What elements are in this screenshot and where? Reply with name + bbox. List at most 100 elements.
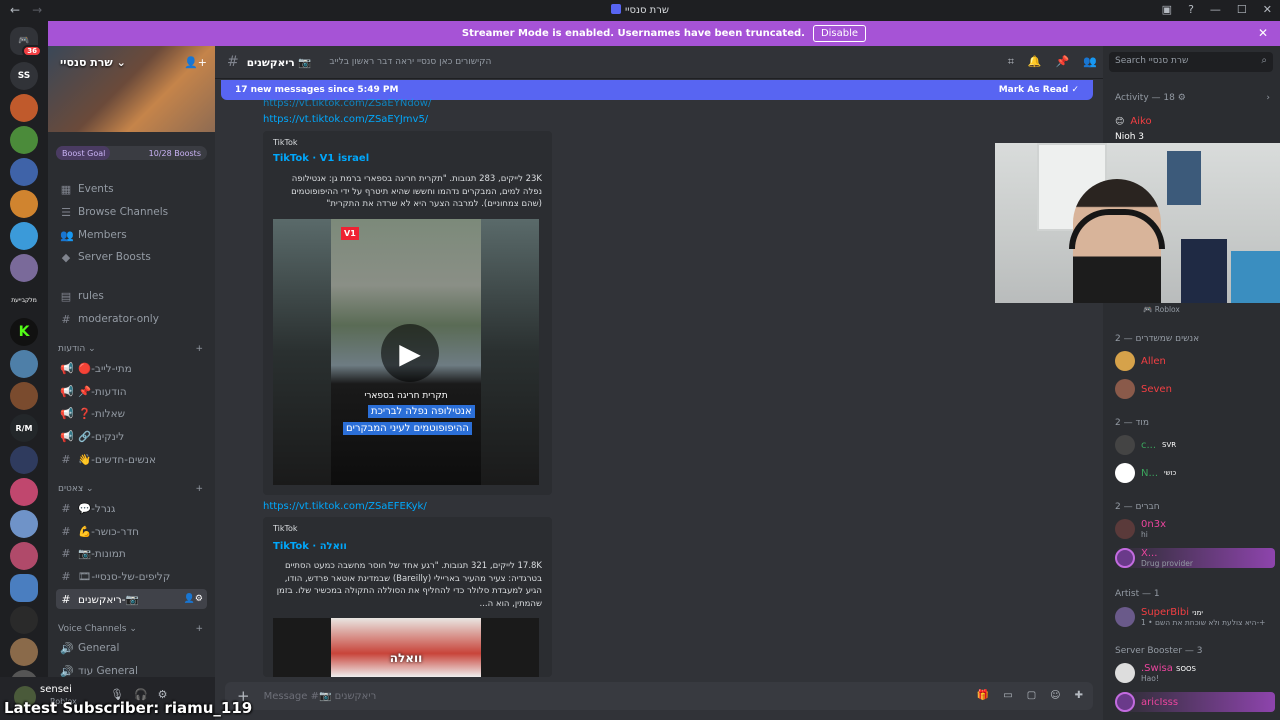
home-button[interactable]: 🎮 36 (10, 27, 42, 57)
gif-icon[interactable]: ▭ (1003, 690, 1012, 701)
category-voice[interactable]: Voice Channels ⌄ + (58, 624, 203, 634)
sticker-icon[interactable]: ▢ (1027, 690, 1036, 701)
server-icon-17[interactable] (10, 606, 38, 634)
channel-announce-3[interactable]: 📢 ❓-שאלות (56, 403, 207, 423)
channel-rules[interactable]: ▤ rules (56, 286, 207, 306)
maximize-icon[interactable]: ☐ (1237, 3, 1247, 16)
gift-icon[interactable]: 🎁 (977, 690, 989, 701)
member-seven[interactable]: Seven (1115, 379, 1172, 399)
hash-icon: # (61, 592, 71, 606)
voice-channel-general[interactable]: 🔊 General (56, 638, 207, 658)
member-c[interactable]: c... SVR (1115, 435, 1176, 455)
close-banner-icon[interactable]: ✕ (1258, 26, 1268, 40)
member-name: 0n3x (1141, 519, 1166, 530)
server-icon-6[interactable] (10, 254, 38, 282)
close-window-icon[interactable]: ✕ (1263, 3, 1272, 16)
apps-icon[interactable]: ✚ (1075, 690, 1083, 701)
pin-icon[interactable]: 📌 (1056, 55, 1070, 69)
server-icon-1[interactable] (10, 94, 38, 122)
minimize-icon[interactable]: — (1210, 3, 1221, 16)
new-messages-bar[interactable]: 17 new messages since 5:49 PM Mark As Re… (221, 80, 1093, 100)
server-icon-18[interactable] (10, 638, 38, 666)
chat-area: # ריאקשנים 📷 הקישורים כאן סנסיי יראה דבר… (215, 46, 1103, 720)
server-icon-12[interactable] (10, 446, 38, 474)
member-x[interactable]: X... Drug provider (1115, 548, 1275, 568)
group-mods: מוד — 2 (1115, 418, 1149, 428)
activity-header[interactable]: Activity — 18 ⚙ › (1115, 93, 1270, 103)
mark-read-label: Mark As Read (998, 85, 1069, 95)
server-icon-7[interactable]: מלקבייעת (10, 286, 38, 314)
member-name: aricIsss (1141, 696, 1179, 708)
member-n[interactable]: N... כושי (1115, 463, 1176, 483)
notification-bell-icon[interactable]: 🔔 (1028, 55, 1042, 69)
server-icon-13[interactable] (10, 478, 38, 506)
invite-people-icon[interactable]: 👤+ (184, 56, 207, 69)
category-chats[interactable]: צאטים ⌄ + (58, 484, 203, 494)
play-button-icon[interactable]: ▶ (381, 324, 439, 382)
channel-announce-1[interactable]: 📢 🔴-מתי-לייב (56, 358, 207, 378)
embed-title[interactable]: TikTok · וואלה (273, 541, 347, 552)
disable-streamer-button[interactable]: Disable (812, 25, 867, 42)
member-list-icon[interactable]: 👥 (1083, 55, 1097, 69)
member-superbibi[interactable]: SuperBibi ימני היא צולעת ולא שוכחת את השם… (1115, 607, 1265, 627)
server-icon-active[interactable] (10, 574, 38, 602)
channel-chat-2[interactable]: # 💪-חדר-כושר (56, 521, 207, 541)
server-search-input[interactable]: Search שרת סנסיי ⌕ (1109, 52, 1273, 72)
server-banner[interactable]: שרת סנסיי ⌄ 👤+ (48, 46, 215, 132)
message-link-0[interactable]: https://vt.tiktok.com/ZSaEYNdow/ (263, 98, 431, 109)
channel-announce-4[interactable]: 📢 🔗-לינקים (56, 426, 207, 446)
server-icon-14[interactable] (10, 510, 38, 538)
inbox-icon[interactable]: ▣ (1162, 3, 1172, 16)
channel-announce-2[interactable]: 📢 📌-הודעות (56, 381, 207, 401)
channel-name: ריאקשנים 📷 (246, 56, 312, 69)
channel-chat-4[interactable]: # 🎞-קליפים-של-סנסיי (56, 566, 207, 586)
server-icon-10[interactable] (10, 382, 38, 410)
channel-announce-5[interactable]: # 👋-אנשים-חדשים (56, 449, 207, 469)
server-name[interactable]: שרת סנסיי ⌄ (60, 56, 126, 69)
message-link-2[interactable]: https://vt.tiktok.com/ZSaEFEKyk/ (263, 501, 427, 512)
video-thumbnail[interactable]: V1 ▶ תקרית חריגה בספארי אנטילופה נפלה לב… (273, 219, 539, 485)
server-icon-2[interactable] (10, 126, 38, 154)
search-placeholder: Search שרת סנסיי (1115, 56, 1189, 66)
server-icon-5[interactable] (10, 222, 38, 250)
window-controls: ▣ ? — ☐ ✕ (1162, 3, 1272, 16)
boost-goal-bar[interactable]: Boost Goal 10/28 Boosts (56, 146, 207, 160)
webcam-overlay (995, 143, 1280, 303)
channel-chat-3[interactable]: # 📷-תמונות (56, 543, 207, 563)
nav-members[interactable]: 👥 Members (56, 225, 207, 245)
nav-events[interactable]: ▦ Events (56, 179, 207, 199)
help-icon[interactable]: ? (1188, 3, 1194, 16)
channel-settings-icon[interactable]: 👤⚙ (184, 594, 203, 604)
add-channel-icon[interactable]: + (195, 344, 203, 354)
server-icon-9[interactable] (10, 350, 38, 378)
category-announcements[interactable]: הודעות ⌄ + (58, 344, 203, 354)
message-composer[interactable]: + Message #📷 ריאקשנים 🎁 ▭ ▢ ☺ ✚ (225, 682, 1093, 710)
embed-title[interactable]: TikTok · V1 israel (273, 153, 369, 164)
channel-chat-1[interactable]: # 💬-גנרל (56, 498, 207, 518)
emoji-icon[interactable]: ☺ (1050, 690, 1060, 701)
kick-server-icon[interactable]: K (10, 318, 38, 346)
composer-tools: 🎁 ▭ ▢ ☺ ✚ (977, 690, 1083, 701)
thumbnail-caption-1: תקרית חריגה בספארי (364, 391, 448, 401)
activity-member[interactable]: 😊 Aiko (1115, 116, 1152, 127)
nav-server-boosts[interactable]: ◆ Server Boosts (56, 247, 207, 267)
server-icon-3[interactable] (10, 158, 38, 186)
channel-topic[interactable]: הקישורים כאן סנסיי יראה דבר ראשון בלייב (329, 57, 491, 67)
mark-as-read-button[interactable]: Mark As Read ✓ (999, 85, 1079, 95)
channel-reactions-active[interactable]: # ריאקשנים-📷 👤⚙ (56, 589, 207, 609)
message-link-1[interactable]: https://vt.tiktok.com/ZSaEYJmv5/ (263, 114, 428, 125)
nav-browse-channels[interactable]: ☰ Browse Channels (56, 202, 207, 222)
member-aricisss[interactable]: aricIsss (1115, 692, 1275, 712)
server-ss[interactable]: SS (10, 62, 38, 90)
channel-moderator-only[interactable]: # moderator-only (56, 309, 207, 329)
add-channel-icon[interactable]: + (195, 624, 203, 634)
member-allen[interactable]: Allen (1115, 351, 1166, 371)
member-0n3x[interactable]: 0n3x hi (1115, 519, 1166, 539)
add-channel-icon[interactable]: + (195, 484, 203, 494)
video-thumbnail[interactable]: וואלה (273, 618, 539, 677)
member-swisa[interactable]: .Swisa SOOS Hao! (1115, 663, 1196, 683)
server-icon-4[interactable] (10, 190, 38, 218)
threads-icon[interactable]: ⌗ (1008, 55, 1014, 69)
server-icon-11[interactable]: R/M (10, 414, 38, 442)
server-icon-15[interactable] (10, 542, 38, 570)
